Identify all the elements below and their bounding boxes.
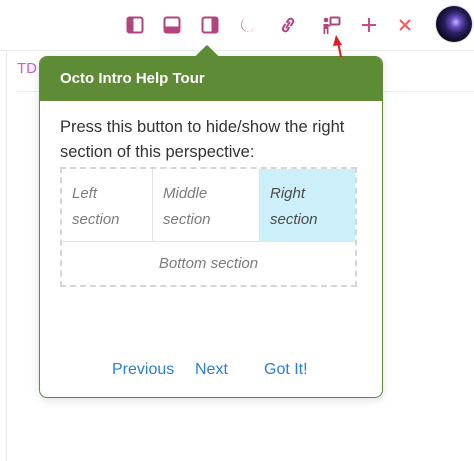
diagram-bottom-section: Bottom section [158,255,259,272]
popover-description: Press this button to hide/show the right… [60,118,345,161]
diagram-right-section: Right section [260,169,355,242]
got-it-button[interactable]: Got It! [264,357,308,383]
left-panel-toggle-button[interactable] [124,14,146,36]
bottom-panel-toggle-icon [163,16,181,34]
plus-icon [362,18,376,32]
help-tour-button[interactable] [320,14,342,36]
next-button[interactable]: Next [195,357,228,383]
help-tour-icon [323,16,341,34]
diagram-left-section: Left section [62,169,153,242]
background-tab-label[interactable]: TD [17,60,37,77]
popover-body: Press this button to hide/show the right… [40,101,382,287]
bottom-panel-toggle-button[interactable] [161,14,183,36]
link-icon [281,17,295,33]
previous-button[interactable]: Previous [112,357,174,383]
moon-icon [241,18,255,32]
help-tour-popover: Octo Intro Help Tour Press this button t… [39,44,383,398]
link-button[interactable] [277,14,299,36]
popover-title: Octo Intro Help Tour [40,57,382,101]
left-panel-toggle-icon [126,16,144,34]
diagram-middle-section: Middle section [153,169,260,242]
perspective-diagram: Left section Middle section Right sectio… [60,167,357,287]
close-icon [399,19,411,31]
right-panel-toggle-icon [201,16,219,34]
add-button[interactable] [358,14,380,36]
top-toolbar [0,0,474,51]
content-left-border [6,50,7,461]
theme-toggle-button[interactable] [237,14,259,36]
popover-footer: Previous Next Got It! [40,357,382,383]
user-avatar[interactable] [436,6,472,42]
right-panel-toggle-button[interactable] [199,14,221,36]
close-button[interactable] [394,14,416,36]
app-page: TD Octo Intro Help Tour Press this butto… [0,0,474,461]
